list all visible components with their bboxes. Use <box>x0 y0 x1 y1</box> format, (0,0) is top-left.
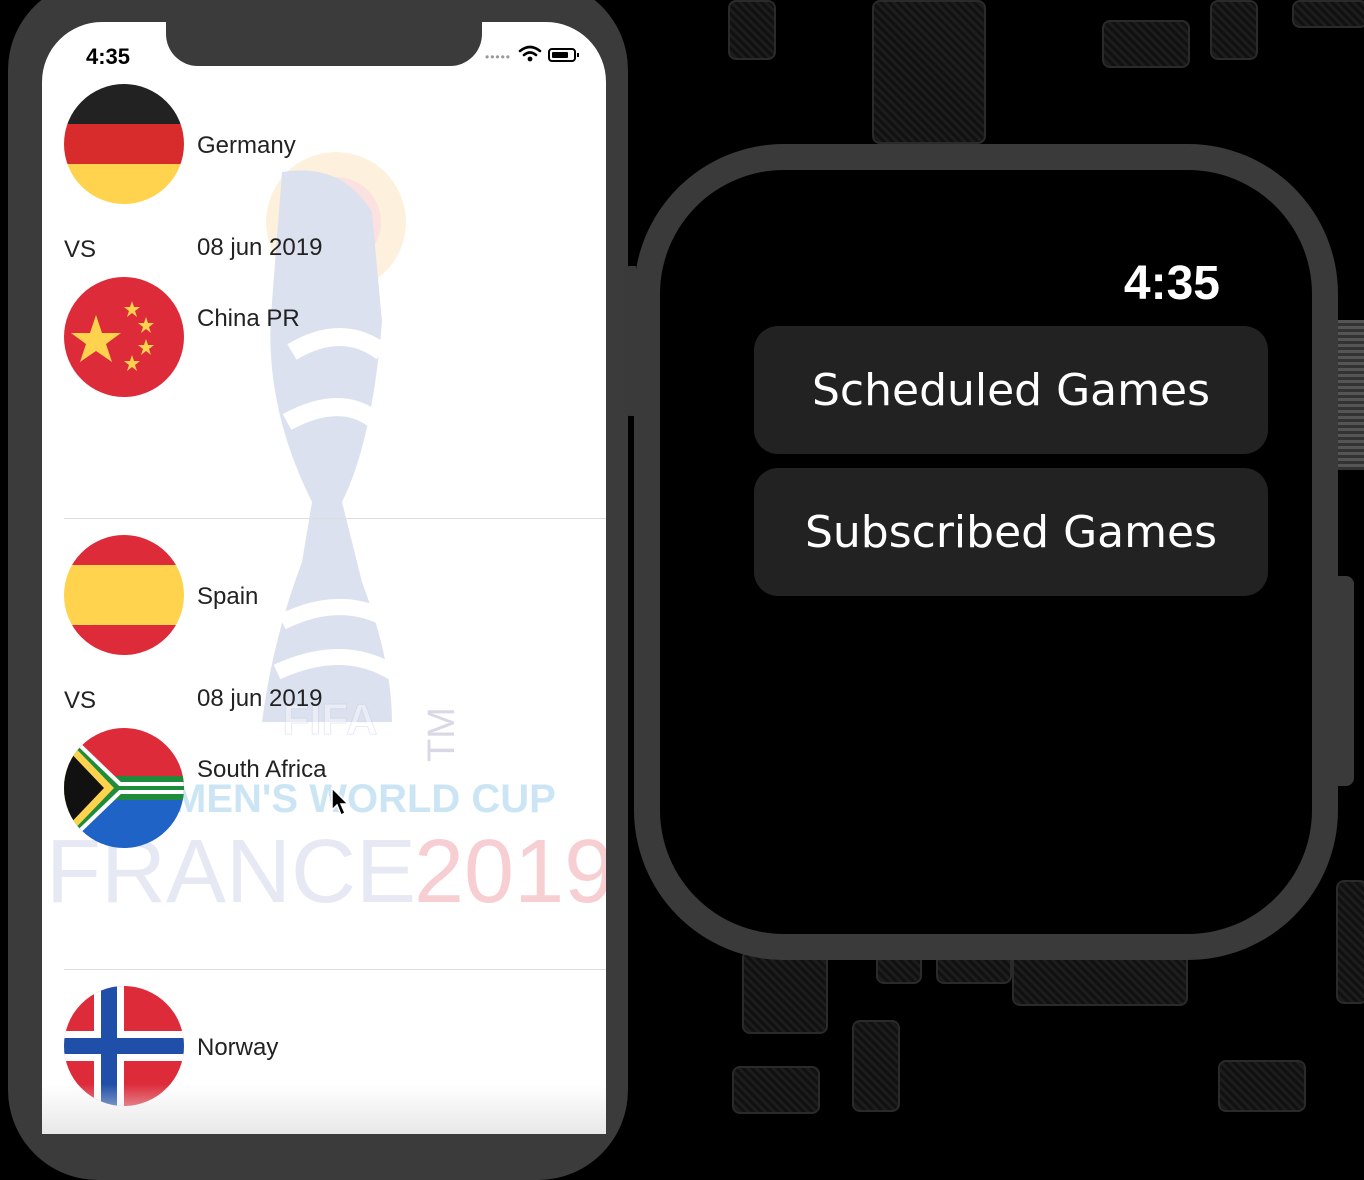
team2-label: South Africa <box>197 756 327 783</box>
mouse-cursor-icon <box>331 786 350 817</box>
subscribed-games-button[interactable]: Subscribed Games <box>754 468 1268 596</box>
spain-flag-icon <box>64 535 184 655</box>
china-flag-icon <box>64 277 184 397</box>
team1-label: Spain <box>197 583 259 610</box>
match-date: 08 jun 2019 <box>197 685 323 712</box>
phone-notch <box>166 22 482 66</box>
svg-text:TM: TM <box>421 707 463 762</box>
germany-flag-icon <box>64 84 184 204</box>
team2-label: China PR <box>197 305 300 332</box>
watch-device: 4:35 Scheduled Games Subscribed Games <box>634 144 1338 960</box>
wifi-icon <box>518 45 542 62</box>
watch-time: 4:35 <box>1123 257 1220 310</box>
match-date: 08 jun 2019 <box>197 234 323 261</box>
south-africa-flag-icon <box>64 728 184 848</box>
scheduled-games-button[interactable]: Scheduled Games <box>754 326 1268 454</box>
watch-screen: 4:35 Scheduled Games Subscribed Games <box>660 170 1312 934</box>
row-separator <box>64 969 606 970</box>
phone-device: 4:35 ••••• FIFA TM WOMEN'S WORLD CUP FRA… <box>8 0 628 1180</box>
battery-icon <box>548 48 579 62</box>
team1-label: Norway <box>197 1034 279 1061</box>
signal-icon: ••••• <box>485 50 512 64</box>
row-separator <box>64 518 606 519</box>
team1-label: Germany <box>197 132 296 159</box>
svg-text:2019: 2019 <box>414 822 606 922</box>
vs-label: VS <box>64 687 97 714</box>
bottom-fade <box>42 1084 606 1134</box>
phone-screen: 4:35 ••••• FIFA TM WOMEN'S WORLD CUP FRA… <box>42 22 606 1134</box>
status-bar-time: 4:35 <box>86 44 131 69</box>
vs-label: VS <box>64 236 97 263</box>
